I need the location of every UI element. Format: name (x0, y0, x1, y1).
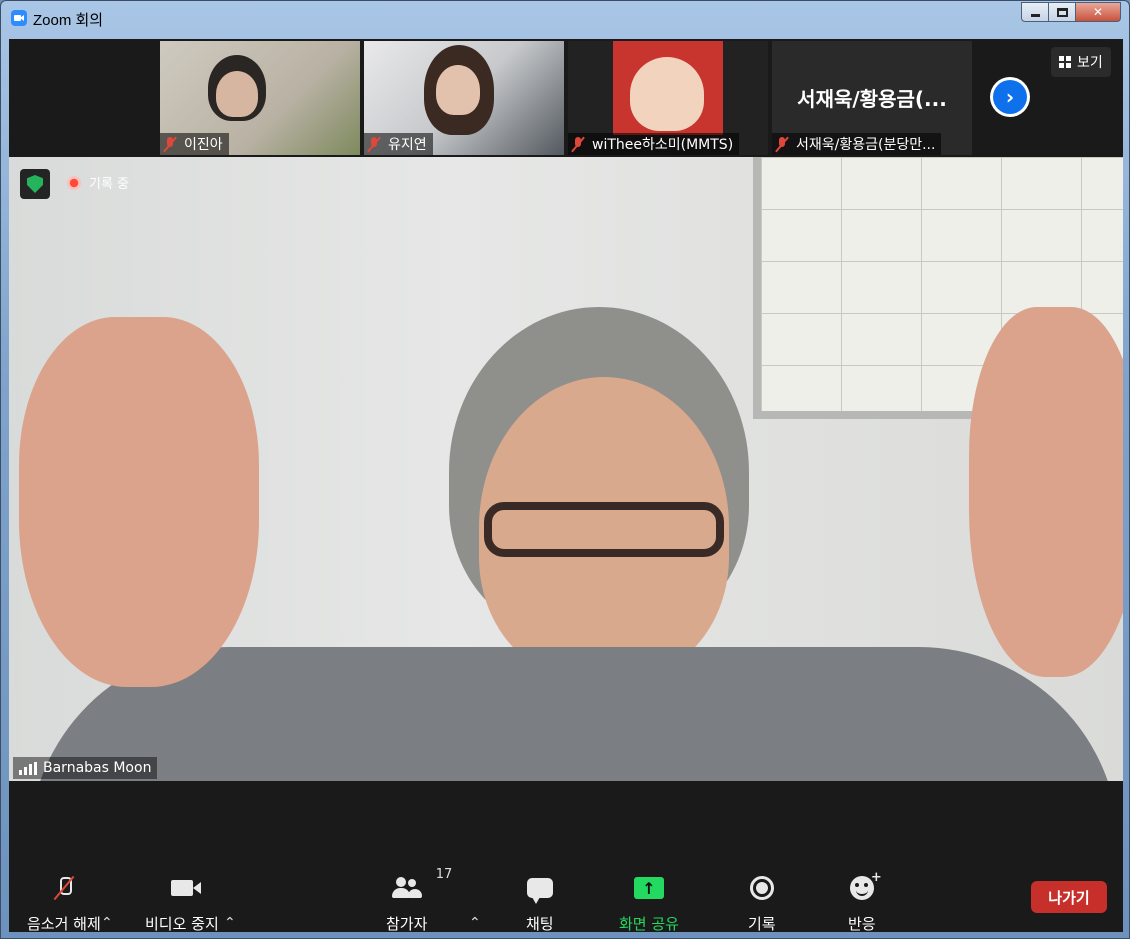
active-speaker-video[interactable]: 기록 중 Barnabas Moon (9, 157, 1123, 781)
stop-video-button[interactable]: 비디오 중지 (145, 873, 219, 934)
stop-video-label: 비디오 중지 (145, 915, 219, 933)
mic-muted-icon (52, 875, 76, 901)
participant-name-bar: 서재욱/황용금(분당만... (772, 133, 942, 155)
participant-tile[interactable]: 서재욱/황용금(... 서재욱/황용금(분당만... (772, 41, 972, 155)
mic-muted-icon (776, 136, 788, 152)
participant-name: wiThee하소미(MMTS) (592, 137, 734, 153)
window-controls: ✕ (1021, 2, 1121, 22)
close-button[interactable]: ✕ (1075, 2, 1121, 22)
close-icon: ✕ (1092, 5, 1104, 19)
participant-name-bar: 이진아 (160, 133, 229, 155)
next-page-button[interactable]: › (990, 77, 1030, 117)
chevron-right-icon: › (993, 80, 1027, 114)
zoom-window: Zoom 회의 ✕ 이진아 유지연 wiThee하소미(MMTS) 서재욱/황용… (0, 0, 1130, 939)
minimize-button[interactable] (1021, 2, 1049, 22)
participant-name-bar: wiThee하소미(MMTS) (568, 133, 740, 155)
grid-view-icon (1059, 56, 1071, 68)
participant-face (216, 71, 258, 117)
record-icon (749, 876, 774, 900)
participant-tile[interactable]: 유지연 (364, 41, 564, 155)
view-label: 보기 (1077, 55, 1103, 71)
share-screen-button[interactable]: ↑ 화면 공유 (619, 873, 679, 934)
share-screen-icon: ↑ (633, 877, 664, 899)
meeting-client-area: 이진아 유지연 wiThee하소미(MMTS) 서재욱/황용금(... 서재욱/… (9, 39, 1123, 934)
mic-muted-icon (164, 136, 176, 152)
recording-label: 기록 중 (89, 177, 130, 192)
leave-button[interactable]: 나가기 (1031, 881, 1107, 913)
unmute-label: 음소거 해제 (27, 915, 101, 933)
participants-count: 17 (435, 867, 453, 882)
speaker-right-hand (969, 307, 1123, 677)
minimize-icon (1030, 13, 1040, 17)
active-speaker-name: Barnabas Moon (43, 760, 152, 776)
participant-tile[interactable]: 이진아 (160, 41, 360, 155)
video-camera-icon (170, 880, 201, 896)
participant-display-name: 서재욱/황용금(... (797, 87, 947, 111)
participants-button[interactable]: 17 참가자 (386, 867, 452, 934)
participant-name: 서재욱/황용금(분당만... (796, 137, 936, 153)
view-button[interactable]: 보기 (1051, 47, 1111, 77)
participants-label: 참가자 (386, 915, 428, 933)
maximize-icon (1056, 7, 1068, 17)
mic-muted-icon (572, 136, 584, 152)
title-bar[interactable]: Zoom 회의 ✕ (1, 1, 1129, 33)
security-button[interactable] (20, 169, 50, 199)
record-button[interactable]: 기록 (748, 873, 776, 934)
chevron-up-icon[interactable]: ⌃ (101, 915, 113, 931)
record-label: 기록 (748, 915, 776, 933)
reactions-button[interactable]: + 반응 (848, 870, 882, 934)
participant-name-bar: 유지연 (364, 133, 433, 155)
participants-icon (391, 877, 422, 899)
chevron-up-icon[interactable]: ⌃ (224, 915, 236, 931)
speaker-glasses (484, 502, 724, 557)
participant-name: 이진아 (184, 137, 223, 153)
speaker-left-hand (19, 317, 259, 687)
participant-strip: 이진아 유지연 wiThee하소미(MMTS) 서재욱/황용금(... 서재욱/… (9, 39, 1123, 157)
active-speaker-name-bar: Barnabas Moon (13, 757, 158, 779)
recording-indicator[interactable]: 기록 중 (67, 173, 129, 192)
meeting-toolbar: 음소거 해제 ⌃ 비디오 중지 ⌃ 17 참가자 ⌃ 채팅 ↑ 화면 공유 기록… (9, 781, 1123, 934)
signal-strength-icon (19, 761, 37, 775)
unmute-button[interactable]: 음소거 해제 (27, 873, 101, 934)
participant-tile[interactable]: wiThee하소미(MMTS) (568, 41, 768, 155)
chat-button[interactable]: 채팅 (526, 873, 554, 934)
chevron-up-icon[interactable]: ⌃ (469, 915, 481, 931)
participant-face (436, 65, 480, 115)
window-title: Zoom 회의 (33, 12, 104, 29)
chat-icon (526, 878, 553, 904)
zoom-app-icon (11, 10, 27, 26)
record-dot-icon (67, 175, 81, 190)
reactions-label: 반응 (848, 915, 876, 933)
shield-check-icon (27, 175, 43, 193)
chat-label: 채팅 (526, 915, 554, 933)
participant-avatar-face (630, 57, 704, 131)
smiley-icon: + (849, 870, 882, 900)
mic-muted-icon (368, 136, 380, 152)
share-screen-label: 화면 공유 (619, 915, 679, 933)
maximize-button[interactable] (1048, 2, 1076, 22)
participant-name: 유지연 (388, 137, 427, 153)
